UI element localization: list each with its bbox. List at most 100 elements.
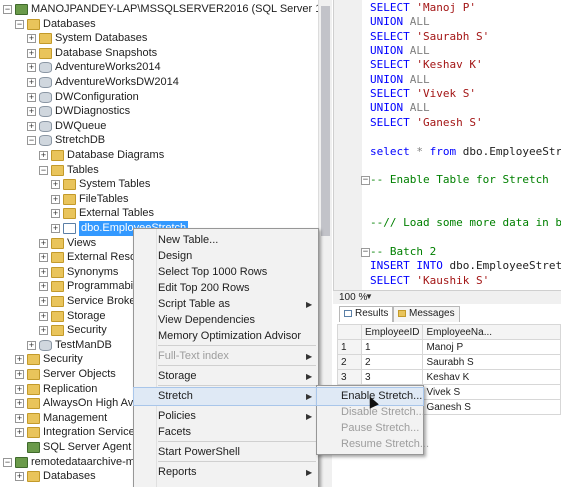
- menu-item-script-table-as[interactable]: Script Table as ▶: [134, 296, 318, 313]
- grid-column-header[interactable]: EmployeeID: [360, 324, 424, 340]
- expand-icon[interactable]: +: [39, 151, 48, 160]
- expand-icon[interactable]: +: [15, 472, 24, 482]
- grid-cell[interactable]: Keshav K: [422, 369, 561, 385]
- tree-node[interactable]: + DWQueue: [0, 119, 318, 134]
- grid-cell[interactable]: 2: [360, 354, 424, 370]
- scrollbar-thumb[interactable]: [321, 6, 330, 236]
- expand-icon[interactable]: +: [39, 267, 48, 277]
- menu-item-stretch[interactable]: Stretch ▶: [133, 387, 319, 406]
- expand-icon[interactable]: +: [15, 399, 24, 409]
- grid-cell[interactable]: Manoj P: [422, 339, 561, 355]
- submenu-item-pause-stretch[interactable]: Pause Stretch...: [317, 420, 423, 437]
- tree-node[interactable]: − Databases: [0, 17, 318, 32]
- tree-node-label: remotedataarchive-ma: [31, 455, 142, 468]
- table-row[interactable]: 3 3 Keshav K: [337, 369, 561, 385]
- expand-icon[interactable]: +: [15, 355, 24, 365]
- expand-icon[interactable]: +: [51, 180, 60, 190]
- expand-icon[interactable]: +: [51, 224, 60, 233]
- expand-icon[interactable]: +: [27, 107, 36, 117]
- zoom-dropdown-icon[interactable]: ▼: [365, 292, 373, 301]
- collapse-icon[interactable]: −: [3, 457, 12, 467]
- tree-node[interactable]: + FileTables: [0, 192, 318, 207]
- row-number[interactable]: 1: [337, 339, 362, 355]
- expand-icon[interactable]: +: [27, 63, 36, 73]
- expand-icon[interactable]: +: [15, 384, 24, 394]
- tree-node[interactable]: + DWConfiguration: [0, 90, 318, 105]
- submenu-item-resume-stretch[interactable]: Resume Stretch...: [317, 436, 429, 453]
- grid-column-header[interactable]: [337, 324, 362, 340]
- fold-icon[interactable]: −: [361, 247, 370, 257]
- expand-icon[interactable]: +: [15, 370, 24, 379]
- grid-column-header[interactable]: EmployeeNa...: [422, 324, 561, 340]
- row-number[interactable]: 3: [337, 369, 362, 385]
- tree-node[interactable]: + AdventureWorksDW2014: [0, 75, 318, 90]
- collapse-icon[interactable]: −: [39, 165, 48, 175]
- row-number[interactable]: 2: [337, 354, 362, 370]
- table-row[interactable]: 2 2 Saurabh S: [337, 354, 561, 370]
- expand-icon[interactable]: +: [39, 326, 48, 336]
- tab-results[interactable]: Results: [339, 306, 394, 322]
- collapse-icon[interactable]: −: [27, 136, 36, 146]
- menu-item-reports[interactable]: Reports ▶: [134, 464, 318, 481]
- grid-cell[interactable]: Vivek S: [422, 384, 561, 400]
- tree-node[interactable]: + External Tables: [0, 206, 318, 221]
- menu-item-full-text-index[interactable]: Full-Text index ▶: [134, 348, 318, 365]
- expand-icon[interactable]: +: [39, 282, 48, 292]
- tree-node[interactable]: + System Tables: [0, 177, 318, 192]
- database-icon: [39, 135, 52, 147]
- expand-icon[interactable]: +: [39, 297, 48, 306]
- database-icon: [39, 62, 52, 74]
- grid-cell[interactable]: 1: [360, 339, 424, 355]
- expand-icon[interactable]: +: [39, 311, 48, 321]
- menu-item-facets[interactable]: Facets: [134, 424, 318, 441]
- tree-node[interactable]: + DWDiagnostics: [0, 104, 318, 119]
- collapse-icon[interactable]: −: [15, 19, 24, 29]
- expand-icon[interactable]: +: [27, 121, 36, 131]
- expand-icon[interactable]: +: [39, 238, 48, 248]
- tree-node[interactable]: + AdventureWorks2014: [0, 60, 318, 75]
- expand-icon[interactable]: +: [15, 428, 24, 438]
- menu-item-new-table[interactable]: New Table...: [134, 232, 318, 249]
- expand-icon[interactable]: +: [27, 78, 36, 87]
- expand-icon[interactable]: +: [27, 34, 36, 44]
- folder-icon: [63, 179, 76, 191]
- expand-icon[interactable]: +: [27, 340, 36, 350]
- expand-icon[interactable]: +: [27, 48, 36, 58]
- tree-node-label: AdventureWorksDW2014: [55, 76, 179, 88]
- expand-icon[interactable]: +: [39, 253, 48, 263]
- expand-icon[interactable]: +: [15, 413, 24, 423]
- menu-item-label: Memory Optimization Advisor: [158, 330, 302, 342]
- menu-item-start-powershell[interactable]: Start PowerShell: [134, 444, 318, 461]
- grid-cell[interactable]: Ganesh S: [422, 399, 561, 415]
- tree-node[interactable]: + Database Snapshots: [0, 46, 318, 61]
- expand-icon[interactable]: +: [51, 209, 60, 219]
- code-line: SELECT 'Saurabh S': [370, 30, 489, 44]
- table-row[interactable]: 1 1 Manoj P: [337, 339, 561, 355]
- grid-cell[interactable]: 3: [360, 369, 424, 385]
- collapse-icon[interactable]: −: [3, 5, 12, 14]
- tree-node[interactable]: + Database Diagrams: [0, 148, 318, 163]
- folder-icon: [27, 18, 40, 30]
- menu-item-label: Edit Top 200 Rows: [158, 282, 250, 294]
- grid-cell[interactable]: Saurabh S: [422, 354, 561, 370]
- query-editor[interactable]: SELECT 'Manoj P' UNION ALL SELECT 'Saurabh…: [333, 0, 561, 290]
- folder-icon: [51, 310, 64, 322]
- menu-item-edit-top-200-rows[interactable]: Edit Top 200 Rows: [134, 280, 318, 297]
- tree-node[interactable]: − MANOJPANDEY-LAP\MSSQLSERVER2016 (SQL Se…: [0, 2, 332, 17]
- menu-item-label: Stretch: [158, 390, 193, 402]
- menu-item-view-dependencies[interactable]: View Dependencies: [134, 312, 318, 329]
- tree-node[interactable]: − Tables: [0, 163, 318, 178]
- menu-item-memory-optimization-advisor[interactable]: Memory Optimization Advisor: [134, 328, 318, 345]
- menu-item-storage[interactable]: Storage ▶: [134, 368, 318, 385]
- tree-node[interactable]: − StretchDB: [0, 133, 318, 148]
- zoom-level[interactable]: 100 %: [339, 292, 367, 303]
- menu-item-policies[interactable]: Policies ▶: [134, 408, 318, 425]
- tree-node-label: Tables: [67, 163, 99, 176]
- menu-item-select-top-1000-rows[interactable]: Select Top 1000 Rows: [134, 264, 318, 281]
- tree-node[interactable]: + System Databases: [0, 31, 318, 46]
- expand-icon[interactable]: +: [51, 194, 60, 204]
- fold-icon[interactable]: −: [361, 176, 370, 186]
- menu-item-design[interactable]: Design: [134, 248, 318, 265]
- expand-icon[interactable]: +: [27, 92, 36, 102]
- tab-messages[interactable]: Messages: [393, 306, 460, 322]
